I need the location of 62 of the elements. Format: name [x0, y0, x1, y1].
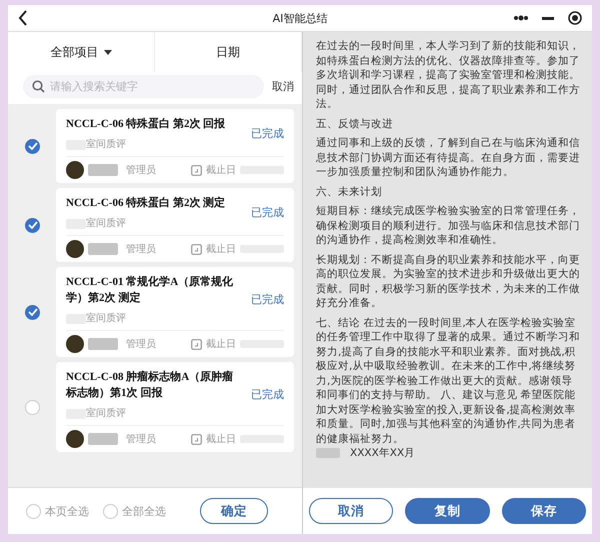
summary-paragraph: 在过去的一段时间里，本人学习到了新的技能和知识，如特殊蛋白检测方法的优化、仪器故障排查等。参加了多次培训和学习课程，提高了实验室管理和检测技能。同时，通过团队合作和反思，提高了职业素养和工作方法。: [316, 39, 581, 112]
avatar: [66, 240, 84, 258]
blurred-text: [88, 164, 118, 176]
select-checkbox[interactable]: [25, 138, 40, 154]
summary-paragraph: 短期目标：继续完成医学检验实验室的日常管理任务，确保检测项目的顺利进行。加强与临床和信息技术部门的沟通协作，提高检测效率和准确性。: [316, 204, 581, 248]
status-label: 已完成: [251, 126, 284, 141]
task-card[interactable]: NCCL-C-08 肿瘤标志物A（原肿瘤标志物）第1次 回报 室间质评 已完成 管理员 截止日: [56, 362, 294, 452]
blurred-text: [88, 338, 118, 350]
select-checkbox[interactable]: [25, 304, 40, 320]
task-category: 室间质评: [86, 217, 126, 230]
task-category: 室间质评: [86, 407, 126, 420]
status-label: 已完成: [251, 205, 284, 220]
back-icon[interactable]: [18, 10, 28, 26]
task-card[interactable]: NCCL-C-06 特殊蛋白 第2次 回报 室间质评 已完成 管理员 截止日: [56, 109, 294, 183]
minimize-icon[interactable]: [542, 16, 554, 20]
window-title: AI智能总结: [272, 10, 328, 26]
cancel-search-button[interactable]: 取消: [272, 79, 294, 94]
deadline-label: 截止日: [206, 432, 236, 446]
search-icon: [32, 80, 45, 93]
calendar-icon: [191, 338, 202, 350]
deadline-label: 截止日: [206, 338, 236, 351]
task-title: NCCL-C-08 肿瘤标志物A（原肿瘤标志物）第1次 回报: [66, 370, 234, 401]
confirm-button[interactable]: 确定: [200, 498, 268, 524]
summary-paragraph: 七、结论 在过去的一段时间里,本人在医学检验实验室的任务管理工作中取得了显著的成果。通过不断学习和努力,提高了自身的技能水平和职业素养。面对挑战,积极应对,从中吸取经验教训。在未来的工作中,将继续努力,为医院的医学检验工作做出更大的贡献。感谢领导和同事们的支持与帮助。 八、建议与意见 希望医院能加大对医学检验实验室的投入,更新设备,提高检测效率和质量。同时,加强与其他科室的沟通协作,共同为患者的健康福祉努力。: [316, 316, 581, 446]
avatar: [66, 430, 84, 448]
target-icon[interactable]: [568, 11, 582, 25]
task-category: 室间质评: [86, 312, 126, 325]
role-label: 管理员: [126, 433, 156, 446]
blurred-text: [316, 448, 340, 458]
task-category: 室间质评: [86, 138, 126, 151]
summary-paragraph: 通过同事和上级的反馈，了解到自己在与临床沟通和信息技术部门协调方面还有待提高。在自身方面，需要进一步加强质量控制和团队沟通协作能力。: [316, 136, 581, 180]
date-text: XXXX年XX月: [350, 446, 416, 460]
summary-paragraph: 六、未来计划: [316, 184, 383, 199]
role-label: 管理员: [126, 338, 156, 351]
more-icon[interactable]: [514, 15, 528, 21]
deadline-label: 截止日: [206, 164, 236, 177]
status-label: 已完成: [251, 387, 284, 402]
action-button[interactable]: 保存: [502, 498, 586, 524]
action-button[interactable]: 复制: [405, 498, 490, 524]
select-checkbox[interactable]: [25, 218, 40, 232]
task-title: NCCL-C-06 特殊蛋白 第2次 测定: [66, 196, 226, 211]
avatar: [66, 161, 84, 179]
role-label: 管理员: [126, 243, 156, 256]
task-title: NCCL-C-01 常规化学A（原常规化学）第2次 测定: [66, 274, 234, 306]
search-field[interactable]: 请输入搜索关键字: [23, 75, 264, 98]
radio-button[interactable]: [103, 504, 118, 518]
deadline-label: 截止日: [206, 242, 236, 256]
calendar-icon: [191, 244, 202, 254]
task-card[interactable]: NCCL-C-06 特殊蛋白 第2次 测定 室间质评 已完成 管理员 截止日: [56, 188, 294, 262]
blurred-text: [88, 433, 118, 445]
summary-paragraph: 五、反馈与改进: [316, 116, 394, 131]
task-title: NCCL-C-06 特殊蛋白 第2次 回报: [66, 116, 226, 132]
calendar-icon: [191, 164, 202, 176]
blurred-text: [88, 243, 118, 255]
status-label: 已完成: [251, 292, 284, 307]
summary-paragraph: 长期规划：不断提高自身的职业素养和技能水平，向更高的职位发展。为实验室的技术进步和升级做出更大的贡献。同时，积极学习新的医学技术，为未来的工作做好充分准备。: [316, 252, 581, 310]
task-card[interactable]: NCCL-C-01 常规化学A（原常规化学）第2次 测定 室间质评 已完成 管理员 截止日: [56, 267, 294, 357]
radio-button[interactable]: [26, 504, 41, 518]
avatar: [66, 335, 84, 353]
role-label: 管理员: [126, 164, 156, 177]
action-button[interactable]: 取消: [309, 498, 394, 524]
calendar-icon: [191, 434, 202, 444]
